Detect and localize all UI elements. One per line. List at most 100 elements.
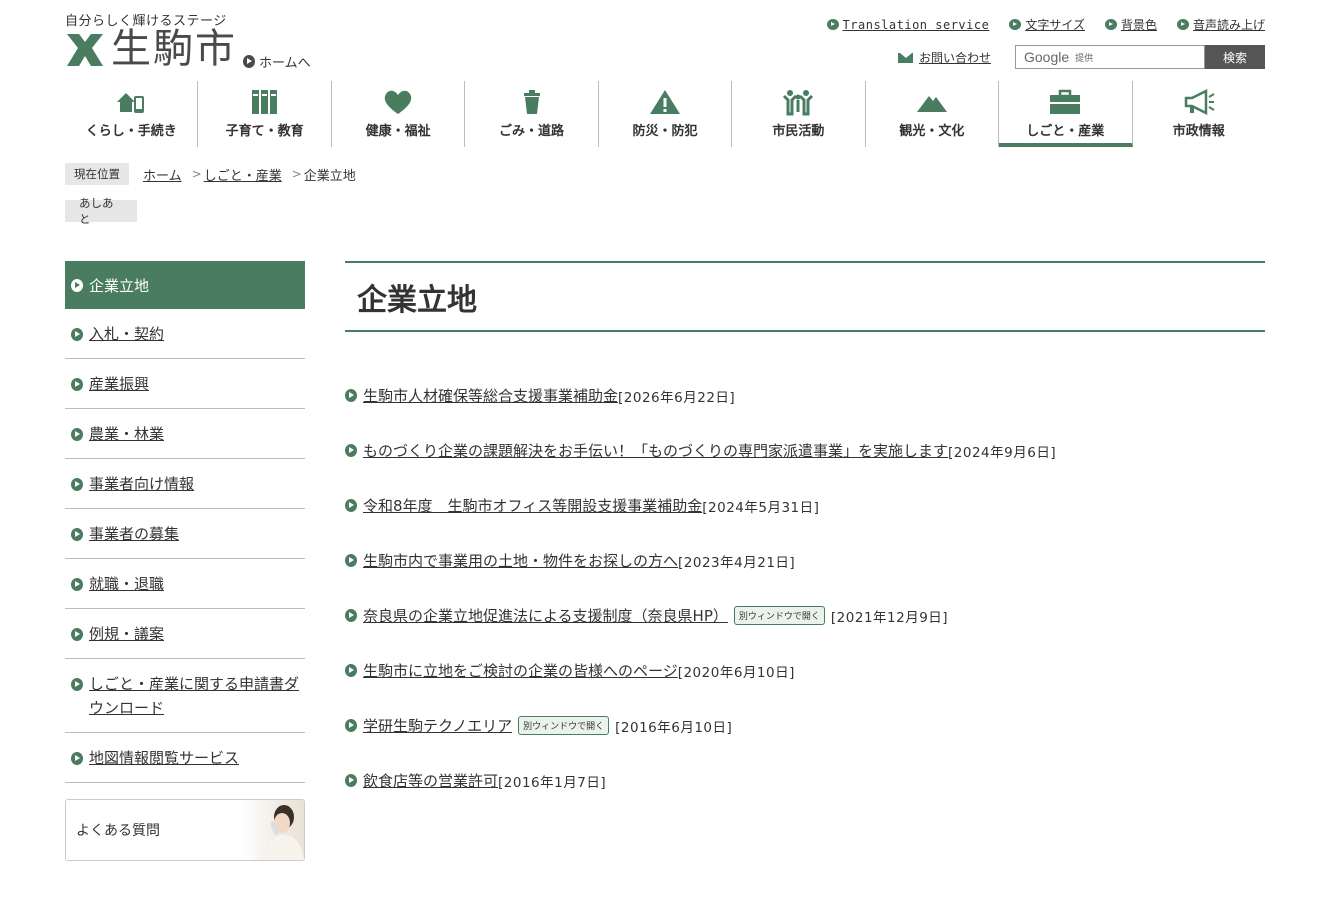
arrow-circle-icon — [826, 19, 839, 30]
gnav-label: 子育て・教育 — [225, 124, 304, 139]
main-content: 企業立地 生駒市人材確保等総合支援事業補助金 [2026年6月22日] ものづく… — [345, 261, 1265, 808]
news-link[interactable]: 学研生駒テクノエリア — [363, 715, 512, 736]
arrow-circle-icon — [71, 278, 83, 292]
list-item: 令和8年度 生駒市オフィス等開設支援事業補助金 [2024年5月31日] — [345, 478, 1265, 533]
list-item: 生駒市内で事業用の土地・物件をお探しの方へ [2023年4月21日] — [345, 533, 1265, 588]
arrow-circle-icon — [345, 719, 357, 732]
site-logo[interactable]: 生駒市 — [65, 28, 237, 70]
gnav-item-garbage[interactable]: ごみ・道路 — [465, 81, 599, 147]
arrow-circle-icon — [71, 328, 83, 341]
search-input[interactable]: Google 提供 — [1015, 45, 1205, 69]
gnav-item-government[interactable]: 市政情報 — [1133, 81, 1265, 147]
arrow-circle-icon — [345, 554, 357, 567]
list-item: 奈良県の企業立地促進法による支援制度（奈良県HP） 別ウィンドウで開く [202… — [345, 588, 1265, 643]
font-size-link[interactable]: 文字サイズ — [1009, 16, 1085, 33]
gnav-item-life[interactable]: くらし・手続き — [65, 81, 199, 147]
side-nav: 企業立地 入札・契約 産業振興 農業・林業 事業者向け情報 事業者の募集 就職・… — [65, 261, 305, 861]
voice-reading-link[interactable]: 音声読み上げ — [1176, 16, 1265, 33]
trash-can-icon — [523, 90, 540, 114]
gnav-item-citizen[interactable]: 市民活動 — [732, 81, 866, 147]
contact-link[interactable]: お問い合わせ — [898, 49, 991, 66]
side-nav-link[interactable]: 事業者の募集 — [89, 522, 179, 546]
page-title: 企業立地 — [345, 261, 1265, 332]
arrow-circle-icon — [71, 752, 83, 765]
home-link[interactable]: ホームへ — [243, 52, 311, 71]
news-link[interactable]: 令和8年度 生駒市オフィス等開設支援事業補助金 — [363, 495, 702, 516]
warning-icon — [649, 90, 680, 114]
side-nav-item: 例規・議案 — [65, 609, 305, 659]
gnav-label: 市政情報 — [1172, 124, 1225, 139]
list-item: 生駒市人材確保等総合支援事業補助金 [2026年6月22日] — [345, 368, 1265, 423]
arrow-circle-icon — [71, 378, 83, 391]
side-nav-link[interactable]: 産業振興 — [89, 372, 149, 396]
gnav-label: 防災・防犯 — [632, 124, 698, 139]
breadcrumb-parent-link[interactable]: しごと・産業 — [204, 165, 282, 184]
arrow-circle-icon — [71, 628, 83, 641]
arrow-circle-icon — [243, 55, 255, 68]
news-link[interactable]: 生駒市内で事業用の土地・物件をお探しの方へ — [363, 550, 678, 571]
side-nav-current-label: 企業立地 — [89, 276, 150, 295]
gnav-label: 市民活動 — [772, 124, 825, 139]
arrow-circle-icon — [345, 389, 357, 402]
heart-icon — [384, 90, 412, 114]
arrow-circle-icon — [345, 664, 357, 677]
arrow-circle-icon — [345, 609, 357, 622]
side-nav-link[interactable]: 就職・退職 — [89, 572, 164, 596]
background-color-link[interactable]: 背景色 — [1104, 16, 1157, 33]
news-date: [2024年9月6日] — [948, 444, 1057, 461]
arrow-circle-icon — [1176, 19, 1189, 30]
arrow-circle-icon — [345, 774, 357, 787]
news-link[interactable]: 生駒市に立地をご検討の企業の皆様へのページ — [363, 660, 678, 681]
side-nav-item: 事業者の募集 — [65, 509, 305, 559]
side-nav-item: 地図情報閲覧サービス — [65, 733, 305, 783]
side-nav-link[interactable]: 農業・林業 — [89, 422, 164, 446]
breadcrumb-current: 企業立地 — [303, 168, 356, 184]
gnav-item-disaster[interactable]: 防災・防犯 — [599, 81, 733, 147]
side-nav-current[interactable]: 企業立地 — [65, 261, 305, 309]
breadcrumb: 現在位置 ホーム > しごと・産業 > 企業立地 — [65, 163, 356, 185]
gnav-item-tourism[interactable]: 観光・文化 — [866, 81, 1000, 147]
gnav-item-childcare[interactable]: 子育て・教育 — [198, 81, 332, 147]
side-nav-link[interactable]: 例規・議案 — [89, 622, 164, 646]
arrow-circle-icon — [71, 578, 83, 591]
global-nav: くらし・手続き 子育て・教育 健康・福祉 ごみ・道路 防災・防犯 市民活動 観光… — [65, 81, 1265, 147]
mail-icon — [898, 52, 913, 63]
gnav-label: 観光・文化 — [899, 124, 965, 139]
people-icon — [783, 90, 814, 116]
faq-banner[interactable]: よくある質問 — [65, 799, 305, 861]
faq-image — [242, 800, 304, 860]
translation-link[interactable]: Translation service — [826, 16, 990, 33]
list-item: ものづくり企業の課題解決をお手伝い！「ものづくりの専門家派遣事業」を実施します … — [345, 423, 1265, 478]
side-nav-link[interactable]: 事業者向け情報 — [89, 472, 194, 496]
side-nav-item: 入札・契約 — [65, 309, 305, 359]
side-nav-item: しごと・産業に関する申請書ダウンロード — [65, 659, 305, 733]
news-date: [2023年4月21日] — [678, 554, 796, 571]
briefcase-icon — [1050, 89, 1081, 114]
side-nav-link[interactable]: 地図情報閲覧サービス — [89, 746, 239, 770]
gnav-label: 健康・福祉 — [365, 124, 431, 139]
footprint-button[interactable]: あしあと — [65, 196, 137, 226]
news-link[interactable]: 生駒市人材確保等総合支援事業補助金 — [363, 385, 618, 406]
site-search: Google 提供 検索 — [1015, 45, 1265, 69]
side-nav-link[interactable]: 入札・契約 — [89, 322, 164, 346]
breadcrumb-separator: > — [291, 167, 302, 181]
books-icon — [251, 90, 277, 114]
voice-reading-label: 音声読み上げ — [1192, 18, 1265, 32]
gnav-item-work[interactable]: しごと・産業 — [999, 81, 1133, 147]
breadcrumb-separator: > — [191, 167, 202, 181]
mountain-icon — [916, 96, 947, 112]
gnav-item-health[interactable]: 健康・福祉 — [332, 81, 466, 147]
news-link[interactable]: ものづくり企業の課題解決をお手伝い！「ものづくりの専門家派遣事業」を実施します — [363, 440, 948, 461]
external-window-badge: 別ウィンドウで開く — [518, 716, 610, 735]
gnav-label: ごみ・道路 — [499, 124, 565, 139]
side-nav-item: 就職・退職 — [65, 559, 305, 609]
news-link[interactable]: 奈良県の企業立地促進法による支援制度（奈良県HP） — [363, 605, 728, 626]
city-emblem-icon — [67, 34, 103, 66]
breadcrumb-home-link[interactable]: ホーム — [143, 165, 182, 184]
megaphone-icon — [1184, 88, 1215, 116]
logo-text: 生駒市 — [111, 26, 237, 72]
news-link[interactable]: 飲食店等の営業許可 — [363, 770, 498, 791]
house-phone-icon — [117, 93, 145, 113]
search-button[interactable]: 検索 — [1205, 45, 1265, 69]
side-nav-link[interactable]: しごと・産業に関する申請書ダウンロード — [89, 672, 304, 720]
